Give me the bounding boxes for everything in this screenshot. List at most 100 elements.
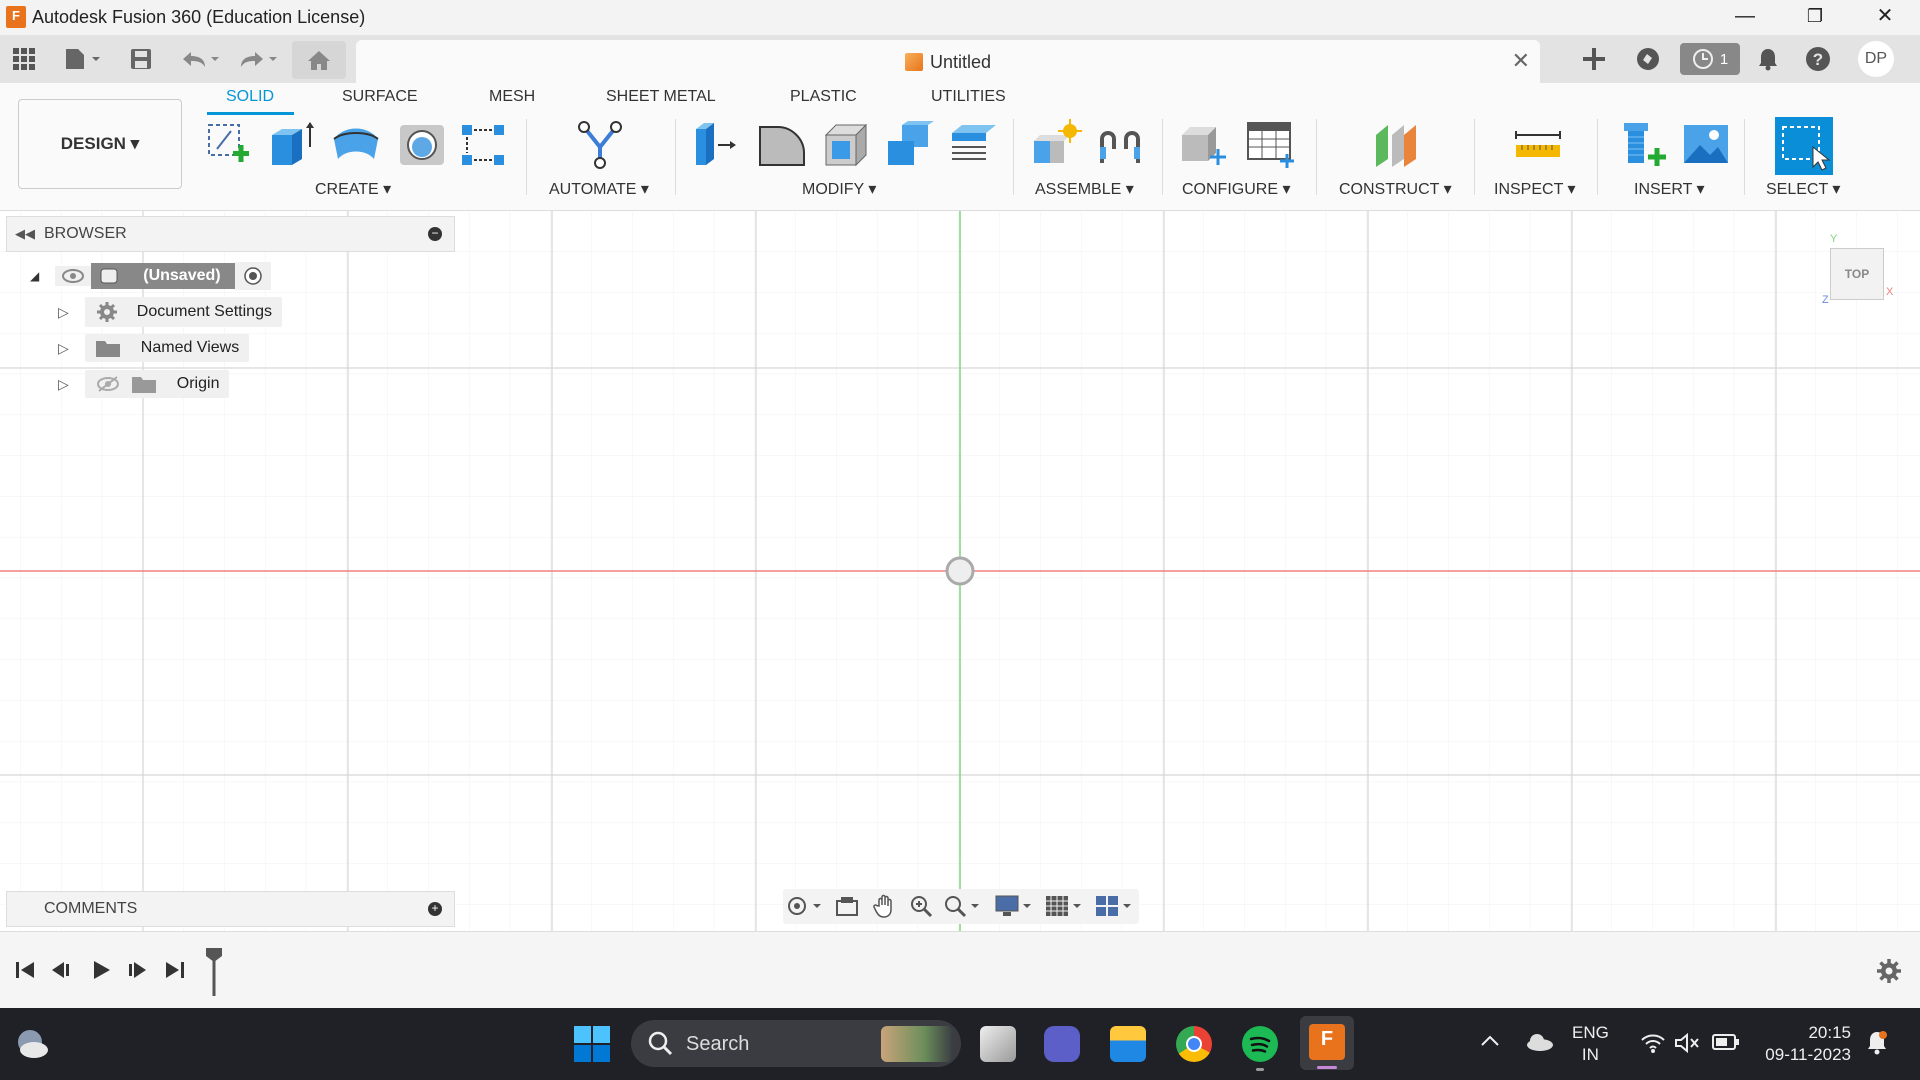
- pattern-icon[interactable]: [458, 119, 510, 171]
- fusion-taskbar-button[interactable]: F: [1300, 1016, 1354, 1070]
- restore-button[interactable]: ❐: [1780, 0, 1850, 35]
- expand-arrow-icon[interactable]: ▷: [58, 304, 69, 321]
- expand-comments-icon[interactable]: +: [428, 902, 442, 916]
- fit-zoom-icon[interactable]: [943, 893, 983, 919]
- tab-sheet-metal[interactable]: SHEET METAL: [606, 88, 716, 106]
- taskbar-search-box[interactable]: Search: [631, 1020, 961, 1067]
- undo-icon[interactable]: [178, 43, 222, 75]
- redo-icon[interactable]: [236, 43, 280, 75]
- tab-plastic[interactable]: PLASTIC: [790, 88, 857, 106]
- press-pull-icon[interactable]: [690, 119, 742, 171]
- extensions-icon[interactable]: [1630, 43, 1666, 75]
- language-indicator[interactable]: ENG IN: [1572, 1022, 1609, 1066]
- browser-item-named-views[interactable]: ▷ Named Views: [58, 334, 250, 362]
- onedrive-icon[interactable]: [1524, 1032, 1554, 1057]
- job-status-badge[interactable]: 1: [1680, 43, 1740, 75]
- document-tab[interactable]: Untitled ✕: [356, 40, 1540, 83]
- group-insert[interactable]: INSERT ▾: [1634, 179, 1705, 199]
- tab-mesh[interactable]: MESH: [489, 88, 535, 106]
- task-view-icon[interactable]: [980, 1026, 1016, 1062]
- origin-point-icon[interactable]: [945, 556, 975, 586]
- notification-bell-icon[interactable]: [1866, 1030, 1888, 1061]
- windows-start-icon[interactable]: [574, 1026, 610, 1067]
- save-icon[interactable]: [128, 43, 154, 75]
- configure-icon[interactable]: [1178, 119, 1230, 171]
- offset-face-icon[interactable]: [948, 119, 1000, 171]
- pan-hand-icon[interactable]: [871, 893, 899, 919]
- group-configure[interactable]: CONFIGURE ▾: [1182, 179, 1290, 199]
- comments-panel-header[interactable]: COMMENTS +: [6, 891, 455, 927]
- file-menu-icon[interactable]: [60, 43, 104, 75]
- data-panel-grid-icon[interactable]: [10, 43, 38, 75]
- close-window-button[interactable]: ✕: [1850, 0, 1920, 35]
- close-document-icon[interactable]: ✕: [1512, 48, 1530, 74]
- file-explorer-icon[interactable]: [1110, 1026, 1146, 1062]
- zoom-icon[interactable]: [907, 893, 935, 919]
- group-modify[interactable]: MODIFY ▾: [802, 179, 876, 199]
- insert-canvas-icon[interactable]: [1680, 119, 1732, 171]
- user-avatar[interactable]: DP: [1858, 41, 1894, 77]
- shell-icon[interactable]: [820, 119, 872, 171]
- joint-icon[interactable]: [1094, 119, 1146, 171]
- automate-icon[interactable]: [574, 119, 626, 171]
- chrome-icon[interactable]: [1176, 1026, 1212, 1062]
- play-icon[interactable]: [90, 960, 112, 986]
- configuration-table-icon[interactable]: [1244, 119, 1296, 171]
- timeline-marker-icon[interactable]: [204, 948, 224, 1001]
- group-select[interactable]: SELECT ▾: [1766, 179, 1840, 199]
- activate-radio-icon[interactable]: [243, 266, 263, 286]
- expand-arrow-icon[interactable]: ▷: [58, 340, 69, 357]
- create-sketch-icon[interactable]: [203, 119, 255, 171]
- go-to-start-icon[interactable]: [14, 960, 36, 986]
- group-assemble[interactable]: ASSEMBLE ▾: [1035, 179, 1134, 199]
- revolve-icon[interactable]: [330, 119, 382, 171]
- root-component[interactable]: (Unsaved): [91, 263, 235, 289]
- hidden-eye-icon[interactable]: [95, 375, 121, 393]
- orbit-icon[interactable]: [785, 893, 825, 919]
- minimize-button[interactable]: —: [1710, 0, 1780, 35]
- weather-icon[interactable]: [14, 1028, 50, 1065]
- spotify-icon[interactable]: [1242, 1026, 1278, 1062]
- look-at-icon[interactable]: [833, 893, 861, 919]
- visibility-eye-icon[interactable]: [61, 268, 85, 284]
- new-tab-plus-icon[interactable]: [1576, 43, 1612, 75]
- tab-utilities[interactable]: UTILITIES: [931, 88, 1006, 106]
- workspace-switcher-button[interactable]: DESIGN ▾: [18, 99, 182, 189]
- insert-mcmaster-icon[interactable]: [1618, 119, 1670, 171]
- step-forward-icon[interactable]: [126, 960, 148, 986]
- hole-icon[interactable]: [396, 119, 448, 171]
- fillet-icon[interactable]: [756, 119, 808, 171]
- browser-item-origin[interactable]: ▷ Origin: [58, 370, 230, 398]
- view-cube[interactable]: TOP: [1830, 248, 1884, 300]
- combine-icon[interactable]: [884, 119, 936, 171]
- expand-arrow-icon[interactable]: ▷: [58, 376, 69, 393]
- group-automate[interactable]: AUTOMATE ▾: [549, 179, 649, 199]
- group-inspect[interactable]: INSPECT ▾: [1494, 179, 1576, 199]
- select-icon[interactable]: [1775, 117, 1833, 175]
- group-create[interactable]: CREATE ▾: [315, 179, 391, 199]
- browser-item-document-settings[interactable]: ▷ Document Settings: [58, 297, 282, 327]
- offset-plane-icon[interactable]: [1370, 119, 1422, 171]
- volume-muted-icon[interactable]: [1674, 1032, 1700, 1059]
- go-to-end-icon[interactable]: [164, 960, 186, 986]
- notifications-bell-icon[interactable]: [1752, 43, 1784, 75]
- display-settings-icon[interactable]: [995, 893, 1035, 919]
- viewports-icon[interactable]: [1095, 893, 1135, 919]
- new-component-icon[interactable]: [1030, 119, 1082, 171]
- grid-settings-icon[interactable]: [1045, 893, 1085, 919]
- battery-icon[interactable]: [1712, 1032, 1740, 1057]
- help-icon[interactable]: ?: [1802, 43, 1834, 75]
- show-hidden-icons[interactable]: [1480, 1032, 1500, 1052]
- expand-root-icon[interactable]: ◢: [30, 269, 39, 283]
- collapse-browser-icon[interactable]: ◀◀: [15, 226, 35, 242]
- wifi-icon[interactable]: [1640, 1032, 1666, 1059]
- tab-surface[interactable]: SURFACE: [342, 88, 418, 106]
- home-icon[interactable]: [292, 41, 346, 79]
- design-canvas[interactable]: [0, 211, 1920, 931]
- timeline-settings-gear-icon[interactable]: [1876, 958, 1902, 989]
- minimize-browser-icon[interactable]: −: [428, 227, 442, 241]
- step-back-icon[interactable]: [50, 960, 72, 986]
- group-construct[interactable]: CONSTRUCT ▾: [1339, 179, 1452, 199]
- tab-solid[interactable]: SOLID: [226, 88, 274, 106]
- browser-root-row[interactable]: ◢ (Unsaved): [30, 262, 271, 290]
